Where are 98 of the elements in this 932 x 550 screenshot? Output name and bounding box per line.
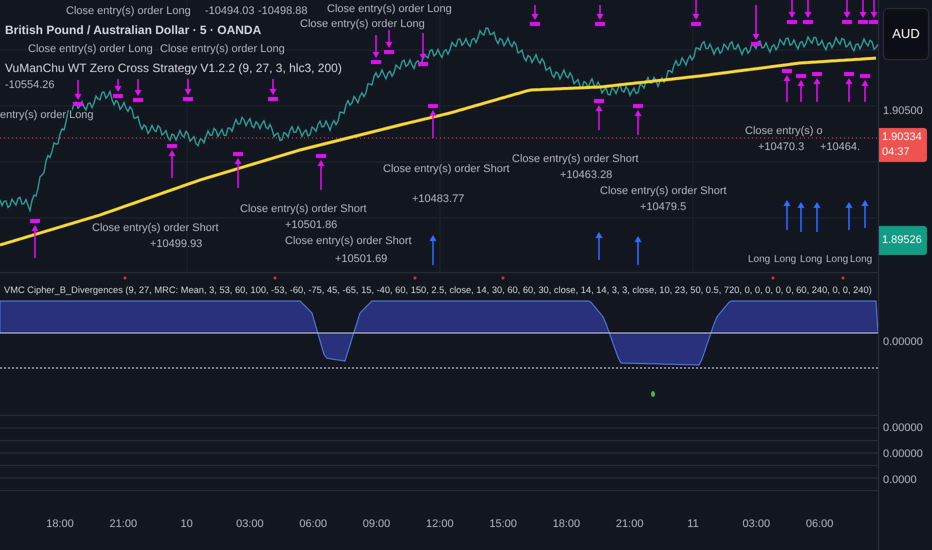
down-arrow-marker	[787, 0, 797, 24]
trade-label: Close entry(s) order Long	[66, 5, 191, 17]
signal-label: Long	[826, 254, 848, 265]
last-price: 1.90334	[882, 130, 923, 145]
indicator-value: 0.00000	[883, 335, 923, 350]
trade-label: Close entry(s) order Short	[383, 163, 510, 175]
down-arrow-marker	[384, 30, 394, 54]
trade-label: +10501.69	[335, 253, 388, 265]
signal-dot	[274, 276, 276, 280]
time-label: 03:00	[236, 518, 264, 530]
up-arrow-marker	[784, 200, 790, 230]
panel-value: 0.00000	[883, 447, 923, 462]
time-label: 12:00	[426, 518, 454, 530]
trade-label: -10554.26	[5, 79, 55, 91]
panel-value: 0.00000	[883, 421, 923, 436]
up-arrow-marker	[782, 69, 792, 102]
up-arrow-marker	[233, 152, 243, 188]
down-arrow-marker	[530, 5, 540, 26]
down-arrow-marker	[691, 0, 701, 26]
time-label: 21:00	[616, 518, 644, 530]
signal-label: Long	[748, 254, 770, 265]
down-arrow-marker	[751, 5, 761, 46]
trade-label: -10498.88	[258, 5, 308, 17]
up-arrow-marker	[596, 232, 602, 260]
panel-value: 0.0000	[883, 473, 917, 488]
price-badge: 1.89526	[879, 226, 927, 254]
trade-label: +10501.86	[285, 219, 338, 231]
trade-label: +10499.93	[150, 238, 202, 250]
time-label: 21:00	[110, 518, 138, 530]
signal-dot	[651, 391, 655, 397]
currency-label: AUD	[883, 8, 929, 60]
trade-label: Close entry(s) o	[745, 125, 823, 137]
down-arrow-marker	[113, 79, 123, 98]
up-arrow-marker	[798, 202, 804, 232]
trade-label: +10470.3	[758, 141, 804, 153]
up-arrow-marker	[844, 72, 854, 102]
up-arrow-marker	[862, 200, 868, 228]
down-arrow-marker	[869, 0, 878, 24]
down-arrow-marker	[842, 0, 852, 24]
trade-label: +10479.5	[640, 201, 686, 213]
time-label: 10	[180, 518, 193, 530]
down-arrow-marker	[268, 79, 278, 101]
chart-symbol-title: British Pound / Australian Dollar · 5 · OANDA	[5, 23, 262, 37]
down-arrow-marker	[595, 5, 605, 26]
trade-label: +10463.28	[560, 169, 612, 181]
trade-label: +10483.77	[412, 193, 464, 205]
signal-dot	[842, 276, 844, 280]
down-arrow-marker	[803, 0, 813, 24]
time-label: 03:00	[742, 518, 770, 530]
price-tick: 1.90500	[883, 104, 923, 119]
up-arrow-marker	[633, 104, 643, 135]
trade-label: Close entry(s) order Long	[160, 43, 285, 55]
trade-label: Close entry(s) order Short	[600, 185, 727, 197]
signal-label: Long	[800, 254, 822, 265]
time-label: 11	[687, 518, 699, 530]
up-arrow-marker	[430, 235, 436, 265]
trade-label: Close entry(s) order Long	[28, 43, 153, 55]
up-arrow-marker	[428, 104, 438, 138]
up-arrow-marker	[30, 219, 40, 258]
up-arrow-marker	[167, 144, 177, 178]
signal-label: Long	[774, 254, 796, 265]
time-label: 18:00	[46, 518, 74, 530]
trade-label: Close entry(s) order Long	[300, 18, 425, 30]
up-arrow-marker	[860, 74, 870, 102]
trade-label: entry(s) order Long	[0, 109, 94, 121]
down-arrow-marker	[73, 80, 83, 106]
signal-dot	[414, 276, 416, 280]
up-arrow-marker	[634, 236, 642, 265]
trade-label: Close entry(s) order Short	[92, 222, 219, 234]
time-label: 18:00	[552, 518, 580, 530]
strategy-title: VuManChu WT Zero Cross Strategy V1.2.2 (9, 27, 3, hlc3, 200)	[5, 61, 342, 75]
time-label: 15:00	[489, 518, 517, 530]
signal-dot	[772, 276, 774, 280]
bar-countdown: 04:37	[882, 144, 911, 160]
trade-label: -10494.03	[205, 5, 255, 17]
down-arrow-marker	[133, 79, 143, 102]
trade-label: Close entry(s) order Short	[512, 153, 639, 165]
down-arrow-marker	[418, 33, 428, 66]
down-arrow-marker	[858, 0, 868, 24]
up-arrow-marker	[812, 72, 822, 102]
trade-label: +10464.	[820, 141, 860, 153]
trade-label: Close entry(s) order Short	[285, 235, 412, 247]
trade-label: Close entry(s) order Long	[327, 3, 452, 15]
time-label: 06:00	[806, 518, 834, 530]
trade-label: Close entry(s) order Short	[240, 203, 367, 215]
signal-dot	[502, 276, 504, 280]
up-arrow-marker	[846, 202, 852, 230]
down-arrow-marker	[183, 79, 193, 101]
time-label: 09:00	[362, 518, 390, 530]
signal-dot	[124, 276, 126, 280]
down-arrow-marker	[371, 35, 381, 64]
up-arrow-marker	[814, 202, 820, 232]
up-arrow-marker	[796, 74, 806, 102]
indicator-title: VMC Cipher_B_Divergences (9, 27, MRC: Mean, 3, 53, 60, 100, -53, -60, -75, 45, -65, 15, -40, 60, 150, 2.5, close, 14, 30, 60, 60, 30, close, 14, 14, 3, 3, close, 10, 23, 50, 0.5, 720, 0, 0, 0, 0, 0, 60, 240, 0, 0, 240)	[4, 285, 872, 295]
up-arrow-marker	[594, 99, 604, 130]
time-label: 06:00	[299, 518, 327, 530]
up-arrow-marker	[316, 154, 326, 190]
signal-label: Long	[850, 254, 872, 265]
